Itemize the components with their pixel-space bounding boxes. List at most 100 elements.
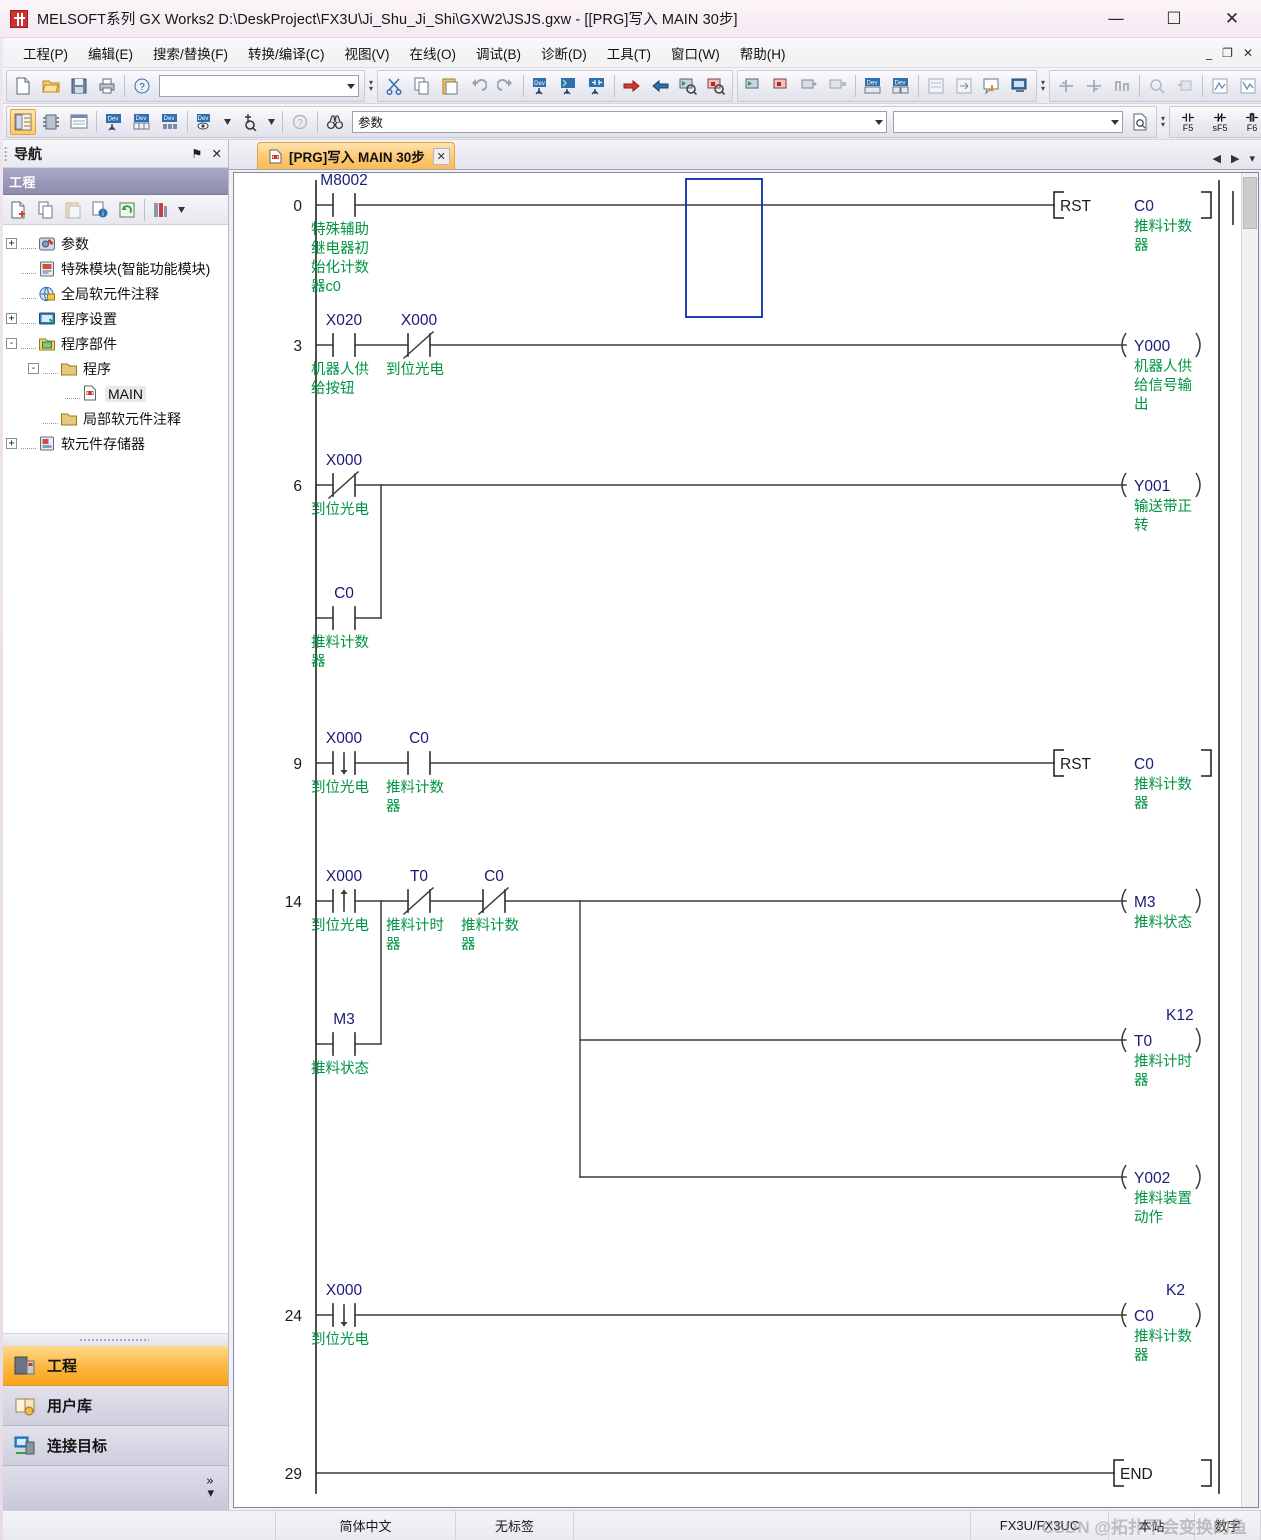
tree-item-8[interactable]: + 软元件存储器 [0,431,228,456]
cut-icon[interactable] [381,73,407,99]
toolbar-combo-3[interactable] [893,110,1123,133]
ladder-rung-24[interactable]: 24 X000 到位光电 C0 K2 推料计数器 [285,1282,1201,1364]
write-to-plc-icon[interactable] [619,73,645,99]
project-tree[interactable]: + 参数 特殊模块(智能功能模块) 全局软元件注释 + 程序设置 - 程序部件 - 程序 MAIN 局… [0,225,228,1333]
menu-item-edit[interactable]: 编辑(E) [79,40,142,66]
element-selection-icon[interactable] [38,109,64,135]
coil-output[interactable]: C0 K2 推料计数器 [1121,1282,1201,1364]
tree-item-2[interactable]: 全局软元件注释 [0,281,228,306]
tab-prev-icon[interactable]: ◀ [1213,152,1221,165]
tab-main-program[interactable]: [PRG]写入 MAIN 30步 ✕ [257,142,455,169]
monitor-start-icon[interactable] [675,73,701,99]
find-device-icon[interactable] [236,109,262,135]
instruction-output[interactable]: END [1113,1459,1212,1487]
monitor-write-icon[interactable] [741,73,767,99]
find-binoculars-icon[interactable] [322,109,348,135]
device-watch-dropdown-icon[interactable] [220,109,234,135]
coil-output[interactable]: Y002 推料装置动作 [1121,1164,1201,1226]
tree-collapse-icon[interactable]: - [28,363,39,374]
contact-symbol-nc[interactable] [402,886,435,916]
sfc-jump-icon[interactable] [1172,73,1198,99]
contact-symbol-no[interactable] [332,606,356,630]
contact-symbol-rising[interactable] [332,889,356,913]
toolbar-4-expander[interactable]: ▾ ▾ [1161,107,1165,137]
navigation-window-icon[interactable] [10,108,36,135]
tree-item-4[interactable]: - 程序部件 [0,331,228,356]
coil-output[interactable]: Y000 机器人供给信号输出 [1121,332,1201,413]
cross-reference-icon[interactable]: Dev [101,109,127,135]
ladder-edit-icon[interactable] [923,73,949,99]
device-batch-monitor-icon[interactable]: Dev [860,73,886,99]
view-mode-dropdown-icon[interactable] [175,198,187,222]
navigation-splitter-grip[interactable] [0,1333,228,1346]
ladder-convert-icon[interactable] [951,73,977,99]
tree-expand-icon[interactable]: + [6,238,17,249]
mdi-minimize-button[interactable]: _ [1206,46,1212,60]
tab-next-icon[interactable]: ▶ [1231,152,1239,165]
document-search-icon[interactable] [1127,109,1153,135]
ladder-rung-29[interactable]: 29 END [285,1459,1212,1487]
undo-icon[interactable] [465,73,491,99]
chevron-down-icon-3[interactable] [1111,119,1119,125]
tree-item-0[interactable]: + 参数 [0,231,228,256]
view-mode-icon[interactable] [148,198,173,222]
ladder-symbol-f6-button[interactable]: F6 [1237,106,1261,137]
menu-item-convert[interactable]: 转换/编译(C) [239,40,334,66]
tree-item-7[interactable]: 局部软元件注释 [0,406,228,431]
toolbar-1-expander[interactable]: ▾ ▾ [369,71,373,101]
toolbar-2-expander[interactable]: ▾ ▾ [1041,71,1045,101]
toolbar-combo-1[interactable] [159,74,359,97]
device-test-icon[interactable] [556,73,582,99]
ladder-symbol-sf5-button[interactable]: sF5 [1205,106,1235,137]
contact-symbol-falling[interactable] [332,751,356,775]
chevron-down-icon[interactable] [347,83,355,89]
ladder-rung-6[interactable]: 6 X000 到位光电 C0 推料计数器 Y001 输送带正转 [293,452,1201,670]
minimize-button[interactable]: — [1087,0,1145,38]
help-small-icon[interactable]: ? [287,109,313,135]
ladder-vertical-scrollbar[interactable] [1241,173,1258,1507]
contact-search-icon[interactable] [584,73,610,99]
print-icon[interactable] [94,73,120,99]
simulation-stop-icon[interactable] [825,73,851,99]
step-ladder-alt-icon[interactable] [1081,73,1107,99]
plc-remote-icon[interactable] [1007,73,1033,99]
maximize-button[interactable]: ☐ [1145,0,1203,38]
instruction-output[interactable]: RST C0 推料计数器 [1053,191,1212,254]
save-icon[interactable] [66,73,92,99]
find-device-dropdown-icon[interactable] [264,109,278,135]
tab-list-icon[interactable]: ▾ [1249,152,1255,165]
contact-symbol-nc[interactable] [402,330,435,360]
copy-data-icon[interactable] [33,198,58,222]
tab-close-icon[interactable]: ✕ [432,147,450,165]
ladder-rung-3[interactable]: 3 X020 机器人供给按钮 X000 到位光电 Y000 机器人供给信号输出 [293,312,1201,413]
output-window-icon[interactable] [66,109,92,135]
open-project-icon[interactable] [38,73,64,99]
data-properties-icon[interactable]: i [87,198,112,222]
menu-item-diagnostics[interactable]: 诊断(D) [532,40,596,66]
ladder-diagram[interactable]: 0M8002特殊辅助继电器初始化计数器c0RST C0推料计数器3X020机器人供… [234,173,1240,1503]
toolbar-combo-2[interactable]: 参数 [352,110,887,133]
instruction-output[interactable]: RST C0 推料计数器 [1053,749,1212,812]
zoom-in-ladder-icon[interactable] [1207,73,1233,99]
contact-symbol-no[interactable] [332,1032,356,1056]
menu-item-search[interactable]: 搜索/替换(F) [144,40,237,66]
device-list-icon[interactable]: Dev [129,109,155,135]
tree-item-5[interactable]: - 程序 [0,356,228,381]
contact-symbol-no[interactable] [332,193,356,217]
sfc-block-icon[interactable] [1109,73,1135,99]
step-ladder-icon[interactable] [1053,73,1079,99]
redo-icon[interactable] [493,73,519,99]
ladder-rung-9[interactable]: 9 X000 到位光电 C0 推料计数器 RST C0 推料计数器 [293,730,1212,815]
monitor-read-icon[interactable] [769,73,795,99]
new-data-icon[interactable] [6,198,31,222]
paste-data-icon[interactable] [60,198,85,222]
pin-icon[interactable]: ⚑ [191,146,202,161]
monitor-stop-icon[interactable] [703,73,729,99]
simulation-start-icon[interactable] [797,73,823,99]
sfc-find-icon[interactable] [1144,73,1170,99]
tree-expand-icon[interactable]: + [6,313,17,324]
ladder-canvas[interactable]: 0 M8002 特殊辅助 继电器初 始化计数 器c0 RST C0 推料计数器 3 X020 机器人供… [234,173,1241,1507]
coil-output[interactable]: T0 K12 推料计时器 [1121,1007,1201,1089]
contact-symbol-no[interactable] [332,333,356,357]
tree-expand-icon[interactable]: + [6,438,17,449]
